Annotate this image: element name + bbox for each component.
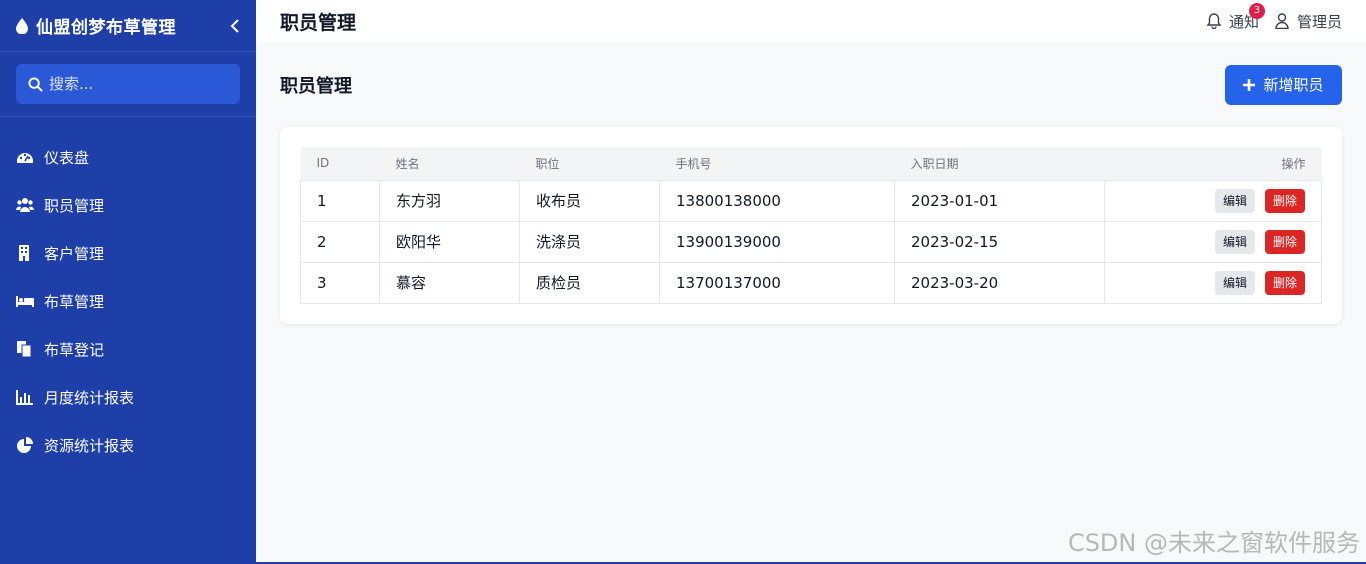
plus-icon — [1243, 78, 1256, 91]
cell-position: 洗涤员 — [519, 220, 660, 263]
search-box[interactable] — [16, 64, 240, 104]
column-header-phone: 手机号 — [659, 147, 895, 180]
search-input[interactable] — [49, 75, 229, 93]
topbar-title: 职员管理 — [280, 11, 357, 34]
cell-name: 欧阳华 — [379, 220, 520, 263]
brand-header: 仙盟创梦布草管理 — [0, 0, 256, 52]
cell-phone: 13900139000 — [659, 220, 895, 263]
sidebar-item-label: 客户管理 — [44, 244, 105, 263]
cell-name: 慕容 — [379, 261, 520, 304]
cell-hire-date: 2023-03-20 — [894, 261, 1105, 304]
delete-button[interactable]: 删除 — [1264, 188, 1305, 213]
table-row: 3 慕容 质检员 13700137000 2023-03-20 编辑 删除 — [300, 261, 1322, 304]
cell-actions: 编辑 删除 — [1104, 261, 1322, 304]
page-header: 职员管理 新增职员 — [280, 42, 1342, 127]
cell-actions: 编辑 删除 — [1104, 179, 1322, 222]
users-icon — [16, 198, 34, 212]
search-area — [0, 52, 256, 117]
sidebar-item-customers[interactable]: 客户管理 — [0, 229, 256, 277]
cell-hire-date: 2023-02-15 — [894, 220, 1105, 263]
cell-hire-date: 2023-01-01 — [894, 179, 1105, 222]
cell-name: 东方羽 — [379, 179, 520, 222]
column-header-position: 职位 — [519, 147, 660, 180]
watermark: CSDN @未来之窗软件服务 — [1067, 529, 1360, 557]
column-header-name: 姓名 — [379, 147, 520, 180]
add-staff-label: 新增职员 — [1263, 76, 1324, 94]
sidebar-item-label: 仪表盘 — [44, 148, 90, 167]
sidebar-item-label: 布草管理 — [44, 292, 105, 311]
cell-id: 2 — [300, 220, 380, 263]
sidebar-item-label: 资源统计报表 — [44, 436, 135, 455]
brand-title: 仙盟创梦布草管理 — [36, 18, 176, 38]
sidebar: 仙盟创梦布草管理 仪表盘 职员管理 — [0, 0, 256, 564]
cell-actions: 编辑 删除 — [1104, 220, 1322, 263]
delete-button[interactable]: 删除 — [1264, 229, 1305, 254]
sidebar-item-linen[interactable]: 布草管理 — [0, 277, 256, 325]
bar-chart-icon — [16, 390, 33, 405]
user-label: 管理员 — [1296, 12, 1342, 31]
add-staff-button[interactable]: 新增职员 — [1225, 64, 1342, 105]
bell-icon — [1206, 13, 1221, 29]
cell-id: 3 — [300, 261, 380, 304]
user-menu[interactable]: 管理员 — [1275, 11, 1342, 32]
sidebar-item-label: 布草登记 — [44, 340, 105, 359]
pie-chart-icon — [17, 437, 33, 453]
search-icon — [28, 76, 43, 92]
table-header-row: ID 姓名 职位 手机号 入职日期 操作 — [300, 147, 1322, 180]
table-row: 1 东方羽 收布员 13800138000 2023-01-01 编辑 删除 — [300, 179, 1322, 222]
delete-button[interactable]: 删除 — [1264, 270, 1305, 295]
table-row: 2 欧阳华 洗涤员 13900139000 2023-02-15 编辑 删除 — [300, 220, 1322, 263]
edit-button[interactable]: 编辑 — [1214, 270, 1255, 295]
sidebar-item-dashboard[interactable]: 仪表盘 — [0, 133, 256, 181]
column-header-hire-date: 入职日期 — [894, 147, 1105, 180]
column-header-id: ID — [300, 147, 380, 180]
sidebar-item-linen-register[interactable]: 布草登记 — [0, 325, 256, 373]
dashboard-icon — [17, 153, 33, 163]
user-icon — [1275, 13, 1289, 29]
sidebar-nav: 仪表盘 职员管理 客户管理 布草管理 布草登记 月度统计报表 资源统计报表 — [0, 117, 256, 469]
page-title: 职员管理 — [280, 75, 352, 97]
edit-button[interactable]: 编辑 — [1214, 229, 1255, 254]
bed-icon — [16, 296, 34, 307]
sidebar-item-monthly-report[interactable]: 月度统计报表 — [0, 373, 256, 421]
sidebar-item-label: 职员管理 — [44, 196, 105, 215]
sidebar-item-resource-report[interactable]: 资源统计报表 — [0, 421, 256, 469]
cell-phone: 13700137000 — [659, 261, 895, 304]
droplet-icon — [16, 17, 28, 34]
column-header-actions: 操作 — [1104, 147, 1322, 180]
notification-badge: 3 — [1248, 2, 1265, 19]
cell-position: 质检员 — [519, 261, 660, 304]
staff-table: ID 姓名 职位 手机号 入职日期 操作 1 东方羽 收布员 138001380… — [300, 147, 1322, 304]
sidebar-item-staff[interactable]: 职员管理 — [0, 181, 256, 229]
topbar: 职员管理 通知 3 管理员 — [256, 0, 1366, 42]
building-icon — [19, 245, 29, 261]
edit-button[interactable]: 编辑 — [1214, 188, 1255, 213]
copy-icon — [17, 341, 32, 357]
cell-phone: 13800138000 — [659, 179, 895, 222]
cell-position: 收布员 — [519, 179, 660, 222]
sidebar-item-label: 月度统计报表 — [44, 388, 135, 407]
main-content: 职员管理 新增职员 ID 姓名 职位 手机号 入职日期 操作 1 东方羽 收布员… — [256, 42, 1366, 564]
cell-id: 1 — [300, 179, 380, 222]
chevron-left-icon[interactable] — [230, 18, 240, 33]
notification-button[interactable]: 通知 3 — [1206, 2, 1265, 32]
staff-table-card: ID 姓名 职位 手机号 入职日期 操作 1 东方羽 收布员 138001380… — [280, 127, 1342, 324]
